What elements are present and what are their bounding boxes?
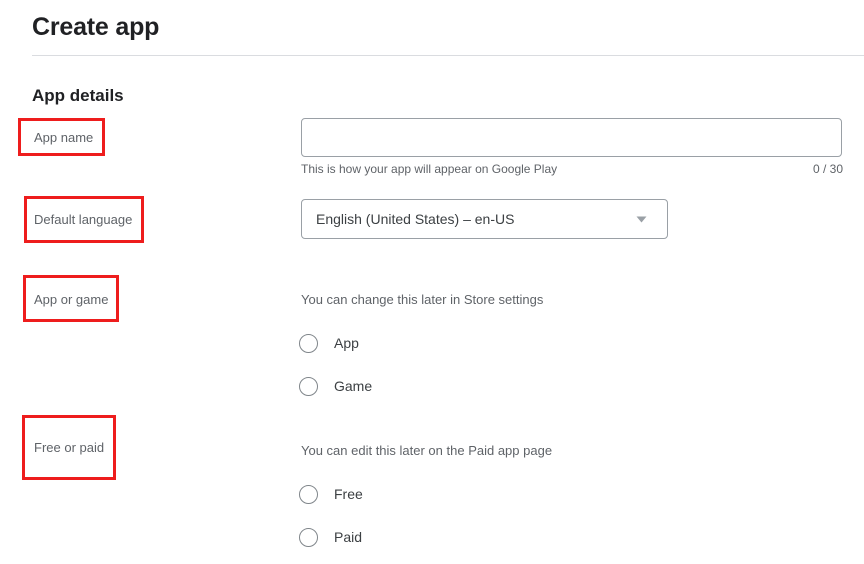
app-name-character-counter: 0 / 30 xyxy=(812,162,843,176)
radio-circle-icon[interactable] xyxy=(299,333,318,353)
free-or-paid-note: You can edit this later on the Paid app … xyxy=(301,443,553,458)
app-name-input[interactable] xyxy=(301,118,842,157)
default-language-selected-value: English (United States) – en-US xyxy=(316,211,515,227)
radio-option-app[interactable]: App xyxy=(299,332,359,354)
label-app-or-game: App or game xyxy=(34,292,109,307)
label-app-name: App name xyxy=(34,130,94,145)
radio-label-game: Game xyxy=(334,378,373,394)
radio-circle-icon[interactable] xyxy=(299,527,318,547)
header-divider xyxy=(32,55,864,56)
app-or-game-note: You can change this later in Store setti… xyxy=(301,292,544,307)
radio-label-free: Free xyxy=(334,486,363,502)
radio-circle-icon[interactable] xyxy=(299,376,318,396)
radio-label-paid: Paid xyxy=(334,529,363,545)
label-default-language: Default language xyxy=(34,212,133,227)
section-heading-app-details: App details xyxy=(32,86,124,105)
radio-circle-icon[interactable] xyxy=(299,484,318,504)
app-name-helper-text: This is how your app will appear on Goog… xyxy=(301,162,558,176)
radio-label-app: App xyxy=(334,335,359,351)
default-language-select[interactable]: English (United States) – en-US xyxy=(301,199,668,239)
chevron-down-icon xyxy=(627,216,655,223)
create-app-page: Create app App details App name This is … xyxy=(0,0,864,564)
page-title: Create app xyxy=(32,13,160,41)
radio-option-free[interactable]: Free xyxy=(299,483,363,505)
label-free-or-paid: Free or paid xyxy=(34,440,105,455)
radio-option-game[interactable]: Game xyxy=(299,375,372,397)
radio-option-paid[interactable]: Paid xyxy=(299,526,362,548)
